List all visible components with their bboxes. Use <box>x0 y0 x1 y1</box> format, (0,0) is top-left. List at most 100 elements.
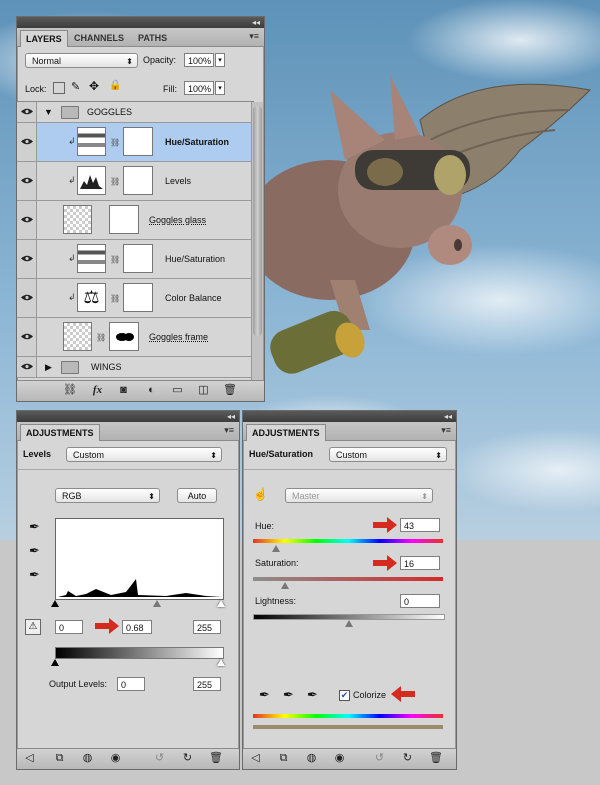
layer-row[interactable]: ↲ ⛓ Hue/Saturation <box>17 123 254 162</box>
lock-brush-icon[interactable]: ✎ <box>71 80 80 93</box>
channel-select[interactable]: RGB ⬍ <box>55 488 160 503</box>
output-white-field[interactable]: 255 <box>193 677 221 691</box>
hue-value-field[interactable]: 43 <box>400 518 440 532</box>
saturation-slider[interactable] <box>281 582 289 589</box>
visibility-toggle[interactable] <box>17 279 37 317</box>
layer-row[interactable]: ⛓ Goggles frame <box>17 318 254 357</box>
fx-icon[interactable]: fx <box>91 384 104 397</box>
back-arrow-icon[interactable]: ◁ <box>249 752 262 765</box>
new-group-icon[interactable]: ▭ <box>171 384 184 397</box>
mask-thumbnail[interactable] <box>109 205 139 234</box>
adjustment-layer-icon[interactable]: ◐ <box>145 384 158 397</box>
link-icon[interactable]: ⛓ <box>110 255 120 264</box>
lightness-slider[interactable] <box>345 620 353 627</box>
white-point-slider[interactable] <box>217 600 225 607</box>
expand-view-icon[interactable]: ⧉ <box>53 752 66 765</box>
layers-scrollbar[interactable] <box>251 102 263 380</box>
levels-thumbnail[interactable] <box>77 166 106 195</box>
clip-to-layer-icon[interactable]: ◍ <box>81 752 94 765</box>
mask-thumbnail[interactable] <box>123 283 153 312</box>
layer-row[interactable]: ↲ ⚖ ⛓ Color Balance <box>17 279 254 318</box>
reset-icon[interactable]: ↻ <box>401 752 414 765</box>
eyedropper-minus-icon[interactable]: ✒ <box>307 687 318 703</box>
tab-channels[interactable]: CHANNELS <box>69 30 129 46</box>
clipping-warning-icon[interactable]: ⚠ <box>25 619 41 635</box>
reset-icon[interactable]: ↻ <box>181 752 194 765</box>
layer-thumbnail[interactable] <box>63 322 92 351</box>
link-icon[interactable]: ⛓ <box>110 138 120 147</box>
visibility-eye-icon[interactable]: ◉ <box>333 752 346 765</box>
visibility-toggle[interactable] <box>17 357 37 377</box>
clip-to-layer-icon[interactable]: ◍ <box>305 752 318 765</box>
mask-thumbnail[interactable] <box>123 166 153 195</box>
visibility-toggle[interactable] <box>17 123 37 161</box>
hue-preset-select[interactable]: Custom ⬍ <box>329 447 447 462</box>
visibility-toggle[interactable] <box>17 162 37 200</box>
tab-layers[interactable]: LAYERS <box>20 30 68 47</box>
group-row-wings[interactable]: ▶ WINGS <box>17 357 254 378</box>
visibility-toggle[interactable] <box>17 240 37 278</box>
panel-menu-icon[interactable]: ▾≡ <box>224 425 234 436</box>
tab-paths[interactable]: PATHS <box>133 30 172 46</box>
view-previous-icon[interactable]: ↺ <box>373 752 386 765</box>
layers-titlebar[interactable]: ◂◂ <box>17 17 264 28</box>
output-black-field[interactable]: 0 <box>117 677 145 691</box>
black-point-slider[interactable] <box>51 600 59 607</box>
trash-icon[interactable]: 🗑 <box>429 752 443 765</box>
adjustment-thumbnail[interactable] <box>77 244 106 273</box>
blend-mode-select[interactable]: Normal ⬍ <box>25 53 138 68</box>
fill-dropdown-icon[interactable]: ▾ <box>215 81 225 95</box>
hue-slider[interactable] <box>272 545 280 552</box>
group-row-goggles[interactable]: ▼ GOGGLES <box>17 102 254 123</box>
layer-row[interactable]: ↲ ⛓ Hue/Saturation <box>17 240 254 279</box>
link-icon[interactable]: ⛓ <box>110 294 120 303</box>
opacity-dropdown-icon[interactable]: ▾ <box>215 53 225 67</box>
collapse-triangle-icon[interactable]: ▼ <box>44 107 53 117</box>
panel-menu-icon[interactable]: ▾≡ <box>441 425 451 436</box>
adjustment-thumbnail[interactable] <box>77 127 106 156</box>
gamma-slider[interactable] <box>153 600 161 607</box>
colorize-checkbox[interactable]: ✔ <box>339 690 350 701</box>
visibility-toggle[interactable] <box>17 102 37 122</box>
mask-thumbnail[interactable] <box>123 127 153 156</box>
auto-button[interactable]: Auto <box>177 488 217 503</box>
output-white-slider[interactable] <box>217 659 225 666</box>
levels-preset-select[interactable]: Custom ⬍ <box>66 447 222 462</box>
tab-adjustments[interactable]: ADJUSTMENTS <box>20 424 100 441</box>
layer-row[interactable]: ↲ ⛓ Levels <box>17 162 254 201</box>
white-eyedropper-icon[interactable]: ✒ <box>29 567 40 583</box>
link-layers-icon[interactable]: ⛓ <box>63 384 77 397</box>
visibility-eye-icon[interactable]: ◉ <box>109 752 122 765</box>
input-white-field[interactable]: 255 <box>193 620 221 634</box>
visibility-toggle[interactable] <box>17 318 37 356</box>
trash-icon[interactable]: 🗑 <box>209 752 223 765</box>
target-adjust-hand-icon[interactable]: ☝ <box>253 487 268 501</box>
visibility-toggle[interactable] <box>17 201 37 239</box>
mask-thumbnail[interactable] <box>123 244 153 273</box>
lock-all-icon[interactable]: 🔒 <box>109 80 121 91</box>
panel-menu-icon[interactable]: ▾≡ <box>249 31 259 42</box>
add-mask-icon[interactable]: ◙ <box>117 384 130 397</box>
layer-thumbnail[interactable] <box>63 205 92 234</box>
opacity-input[interactable]: 100% <box>184 53 214 67</box>
levels-titlebar[interactable]: ◂◂ <box>17 411 239 422</box>
lock-move-icon[interactable]: ✥ <box>89 79 99 93</box>
lightness-value-field[interactable]: 0 <box>400 594 440 608</box>
new-layer-icon[interactable]: ◫ <box>197 384 210 397</box>
expand-triangle-icon[interactable]: ▶ <box>45 362 52 373</box>
link-icon[interactable]: ⛓ <box>96 333 106 342</box>
tab-adjustments[interactable]: ADJUSTMENTS <box>246 424 326 441</box>
trash-icon[interactable]: 🗑 <box>223 384 237 397</box>
layer-row[interactable]: Goggles glass <box>17 201 254 240</box>
input-gamma-field[interactable]: 0.68 <box>122 620 152 634</box>
input-black-field[interactable]: 0 <box>55 620 83 634</box>
eyedropper-plus-icon[interactable]: ✒ <box>283 687 294 703</box>
expand-view-icon[interactable]: ⧉ <box>277 752 290 765</box>
output-black-slider[interactable] <box>51 659 59 666</box>
lock-transparency-icon[interactable] <box>53 82 65 94</box>
hue-titlebar[interactable]: ◂◂ <box>243 411 456 422</box>
link-icon[interactable]: ⛓ <box>110 177 120 186</box>
scroll-thumb[interactable] <box>253 106 262 336</box>
gray-eyedropper-icon[interactable]: ✒ <box>29 543 40 559</box>
black-eyedropper-icon[interactable]: ✒ <box>29 519 40 535</box>
